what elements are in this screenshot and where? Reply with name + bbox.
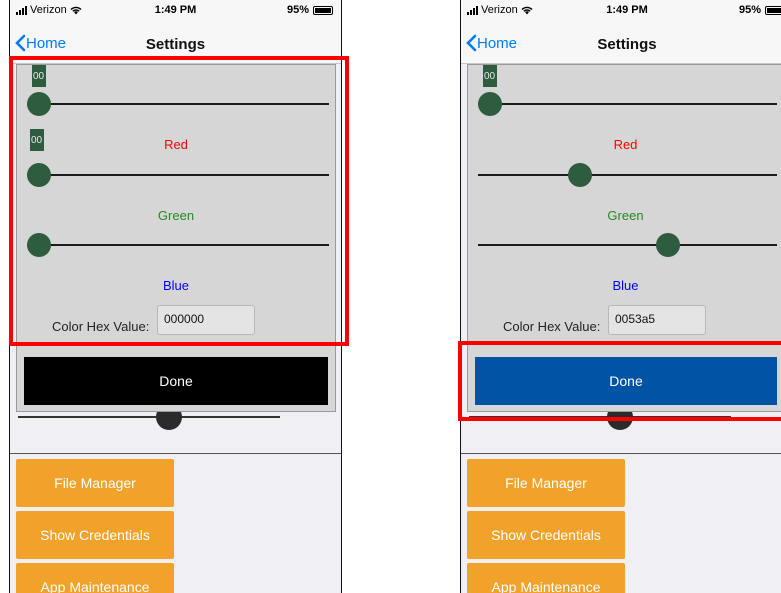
green-label: Green: [607, 208, 644, 223]
blue-label: Blue: [612, 278, 639, 293]
background-slider-track: [18, 416, 280, 418]
show-credentials-button[interactable]: Show Credentials: [467, 511, 625, 559]
green-slider-thumb[interactable]: [567, 163, 592, 187]
red-slider-track[interactable]: [478, 92, 777, 116]
app-maintenance-button[interactable]: App Maintenance: [16, 563, 174, 593]
battery-icon: [765, 5, 781, 15]
section-divider: [10, 453, 341, 454]
red-label: Red: [613, 137, 638, 152]
blue-slider-track[interactable]: [478, 233, 777, 257]
status-bar: Verizon 1:49 PM 95%: [461, 0, 781, 20]
slider-value-badge: 00: [483, 65, 497, 87]
hex-value-label: Color Hex Value:: [503, 319, 601, 334]
section-divider: [461, 453, 781, 454]
red-slider-thumb[interactable]: [478, 92, 502, 116]
battery-percent: 95%: [286, 4, 309, 16]
green-slider-track[interactable]: [478, 163, 777, 187]
page-title: Settings: [145, 36, 206, 53]
blue-slider-thumb[interactable]: [655, 233, 680, 257]
battery-percent: 95%: [738, 4, 761, 16]
nav-bar: Home Settings: [461, 20, 781, 64]
done-button[interactable]: Done: [24, 357, 328, 405]
highlight-box-right: [458, 341, 781, 421]
app-maintenance-button[interactable]: App Maintenance: [467, 563, 625, 593]
battery-icon: [313, 5, 333, 15]
phone-screen-right: Verizon 1:49 PM 95% Home Settings File M…: [460, 0, 781, 593]
highlight-box-left: [9, 56, 349, 346]
status-bar: Verizon 1:49 PM 95%: [10, 0, 341, 20]
file-manager-button[interactable]: File Manager: [467, 459, 625, 507]
show-credentials-button[interactable]: Show Credentials: [16, 511, 174, 559]
page-title: Settings: [597, 36, 657, 53]
file-manager-button[interactable]: File Manager: [16, 459, 174, 507]
clock: 1:49 PM: [606, 4, 648, 16]
hex-value-field[interactable]: 0053a5: [608, 305, 706, 335]
